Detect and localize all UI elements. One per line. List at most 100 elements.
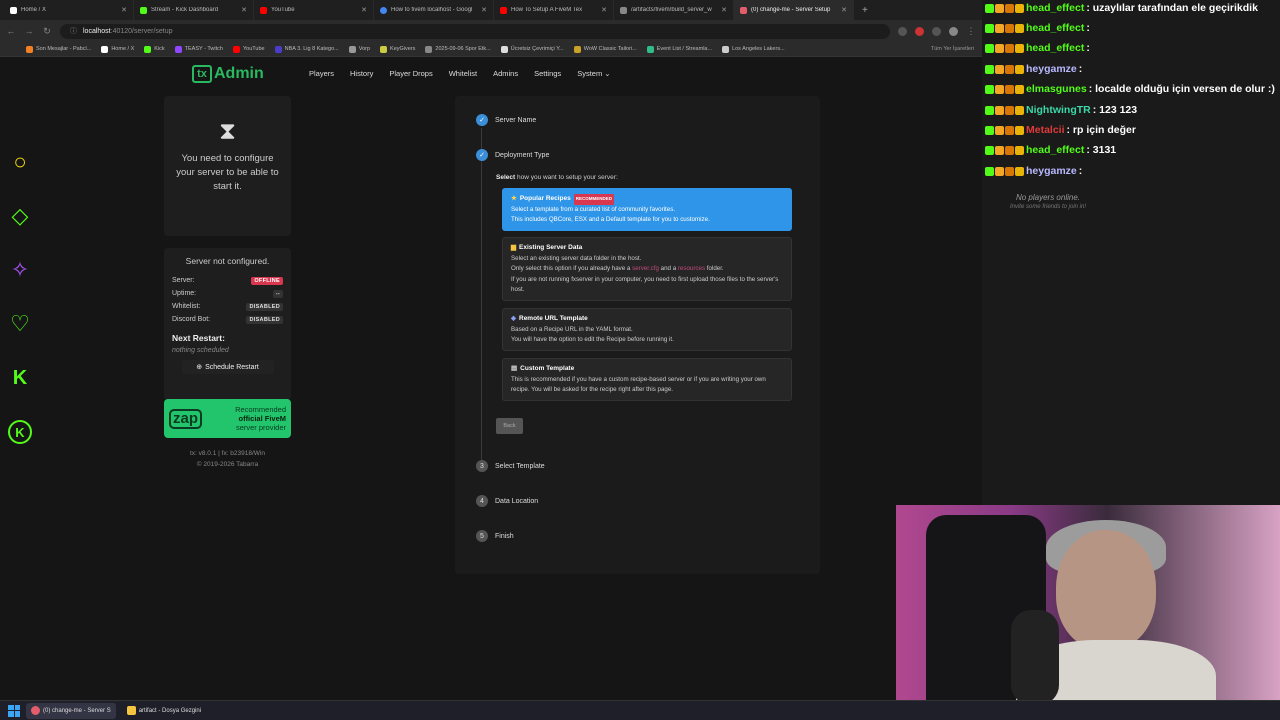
chat-badges [985,166,1024,176]
bookmark-item[interactable]: Ücretsiz Çevrimiçi Y... [500,45,564,53]
option-desc: You will have the option to edit the Rec… [511,336,674,343]
browser-tab[interactable]: Stream - Kick Dashboard ✕ [134,0,254,20]
extension-icon[interactable] [915,26,924,36]
sparkle-icon: ✧ [10,257,30,282]
check-icon: ✓ [476,114,488,126]
chat-message: heygamze: [985,165,1082,177]
browser-tab[interactable]: Home / X ✕ [4,0,134,20]
bookmark-label: Vorp [358,46,371,52]
nav-admins[interactable]: Admins [493,69,518,78]
chat-message: NightwingTR: 123 123 [985,104,1137,116]
bookmark-favicon-icon [573,45,581,53]
chat-username: elmasgunes [1026,83,1087,95]
txadmin-logo[interactable]: tx Admin [192,65,264,83]
chat-badge-icon [1015,43,1024,53]
chat-badge-icon [1015,3,1024,13]
bookmark-item[interactable]: Vorp [348,45,371,53]
version-text: tx: v8.0.1 | fx: b23918/Win [189,450,266,457]
taskbar-item-explorer[interactable]: artifact - Dosya Gezgini [122,703,206,719]
folder-icon: ▆ [511,244,516,251]
bookmark-item[interactable]: Los Angeles Lakers... [722,45,785,53]
option-popular-recipes[interactable]: ★ Popular Recipes RECOMMENDED Select a tem… [502,188,792,231]
screen: { "browser": { "tabs": [ {"label": "Home… [0,0,1280,720]
url-input[interactable]: ⓘ localhost:40120/server/setup [60,23,890,39]
close-icon[interactable]: ✕ [721,6,727,14]
nav-history[interactable]: History [350,69,373,78]
menu-icon[interactable]: ⋮ [966,26,976,37]
bookmark-item[interactable]: Son Mesajlar - Pabcl... [26,45,91,53]
nav-whitelist[interactable]: Whitelist [449,69,477,78]
stream-chat: head_effect: uzaylılar tarafından ele ge… [982,0,1280,505]
schedule-restart-button[interactable]: ⊕ Schedule Restart [181,360,274,374]
bookmark-favicon-icon [274,45,282,53]
option-existing-server-data[interactable]: ▆ Existing Server Data Select an existing… [502,237,792,301]
forward-arrow-icon[interactable]: → [24,26,34,36]
chat-badge-icon [1005,23,1014,33]
step-label: Select Template [495,462,545,470]
bookmark-item[interactable]: KeyGivers [380,45,415,53]
back-button[interactable]: Back [496,418,523,434]
bookmark-item[interactable]: NBA 3. Lig 8 Katego... [274,45,339,53]
download-icon[interactable] [932,26,941,36]
copyright-text: © 2019-2026 Tabarra [196,461,259,468]
bookmark-item[interactable]: YouTube [232,45,265,53]
bookmark-item[interactable]: Event List / Streamla... [646,45,712,53]
chat-text: : [1078,63,1083,75]
bookmark-item[interactable]: TEASY - Twitch [174,45,223,53]
nav-players[interactable]: Players [309,69,334,78]
bookmark-item[interactable]: Kick [144,45,165,53]
profile-avatar[interactable] [949,26,958,36]
close-icon[interactable]: ✕ [361,6,367,14]
taskbar: (0) change-me - Server S artifact - Dosy… [0,700,1280,720]
chat-badges [985,43,1024,53]
bookmark-item[interactable]: 2025-09-06 Spor Etk... [425,45,491,53]
close-icon[interactable]: ✕ [241,6,247,14]
step-label: Server Name [495,116,537,124]
back-arrow-icon[interactable]: ← [6,26,16,36]
browser-tab[interactable]: How To Setup A FiveM Tex ✕ [494,0,614,20]
browser-tab[interactable]: YouTube ✕ [254,0,374,20]
bookmark-item[interactable]: WoW Classic Tailori... [573,45,637,53]
option-title: Existing Server Data [519,244,583,251]
step-label: Deployment Type [495,151,550,159]
bookmark-item[interactable]: Home / X [101,45,134,53]
windows-start-icon[interactable] [8,704,20,717]
close-icon[interactable]: ✕ [481,6,487,14]
taskbar-label: (0) change-me - Server S [43,707,111,714]
option-custom-template[interactable]: ▤ Custom Template This is recommended if … [502,358,792,401]
nav-settings[interactable]: Settings [534,69,561,78]
chat-badge-icon [995,105,1004,115]
status-badge: DISABLED [246,302,283,311]
browser-tabstrip: Home / X ✕ Stream - Kick Dashboard ✕ YouTu… [0,0,982,20]
option-remote-url-template[interactable]: ◈ Remote URL Template Based on a Recipe U… [502,308,792,351]
browser-tab[interactable]: How to fivem localhost - Googl ✕ [374,0,494,20]
chat-username: head_effect [1026,42,1085,54]
zap-hosting-banner[interactable]: zap Recommended official FiveM server pr… [164,399,291,438]
close-icon[interactable]: ✕ [841,6,847,14]
close-icon[interactable]: ✕ [601,6,607,14]
server-status-card: Server not configured. Server: OFFLINE Up… [164,248,291,400]
step-server-name: ✓ Server Name [476,114,536,126]
site-info-icon[interactable]: ⓘ [70,26,77,36]
nav-player-drops[interactable]: Player Drops [389,69,432,78]
star-icon: ★ [511,195,517,202]
chat-username: heygamze [1026,165,1077,177]
browser-tab-active[interactable]: (0) change-me - Server Setup ✕ [734,0,854,20]
taskbar-item-browser[interactable]: (0) change-me - Server S [26,702,116,719]
status-label: Discord Bot: [172,316,211,323]
chat-badge-icon [985,43,994,53]
reload-icon[interactable]: ↻ [42,26,52,37]
all-bookmarks-link[interactable]: Tüm Yer İşaretleri [931,46,974,52]
close-icon[interactable]: ✕ [121,6,127,14]
nav-system[interactable]: System ⌄ [577,69,610,78]
chat-badge-icon [1005,166,1014,176]
chat-badge-icon [1015,84,1024,94]
configure-notice-text: You need to configure your server to be … [176,153,279,192]
chat-badge-icon [985,64,994,74]
zap-line2: official FiveM [238,414,286,423]
new-tab-button[interactable]: + [854,5,876,16]
extension-icon[interactable] [898,26,907,36]
option-title: Custom Template [520,365,575,372]
bookmark-label: Kick [154,46,165,52]
browser-tab[interactable]: /artifacts/fivem/build_server_w ✕ [614,0,734,20]
